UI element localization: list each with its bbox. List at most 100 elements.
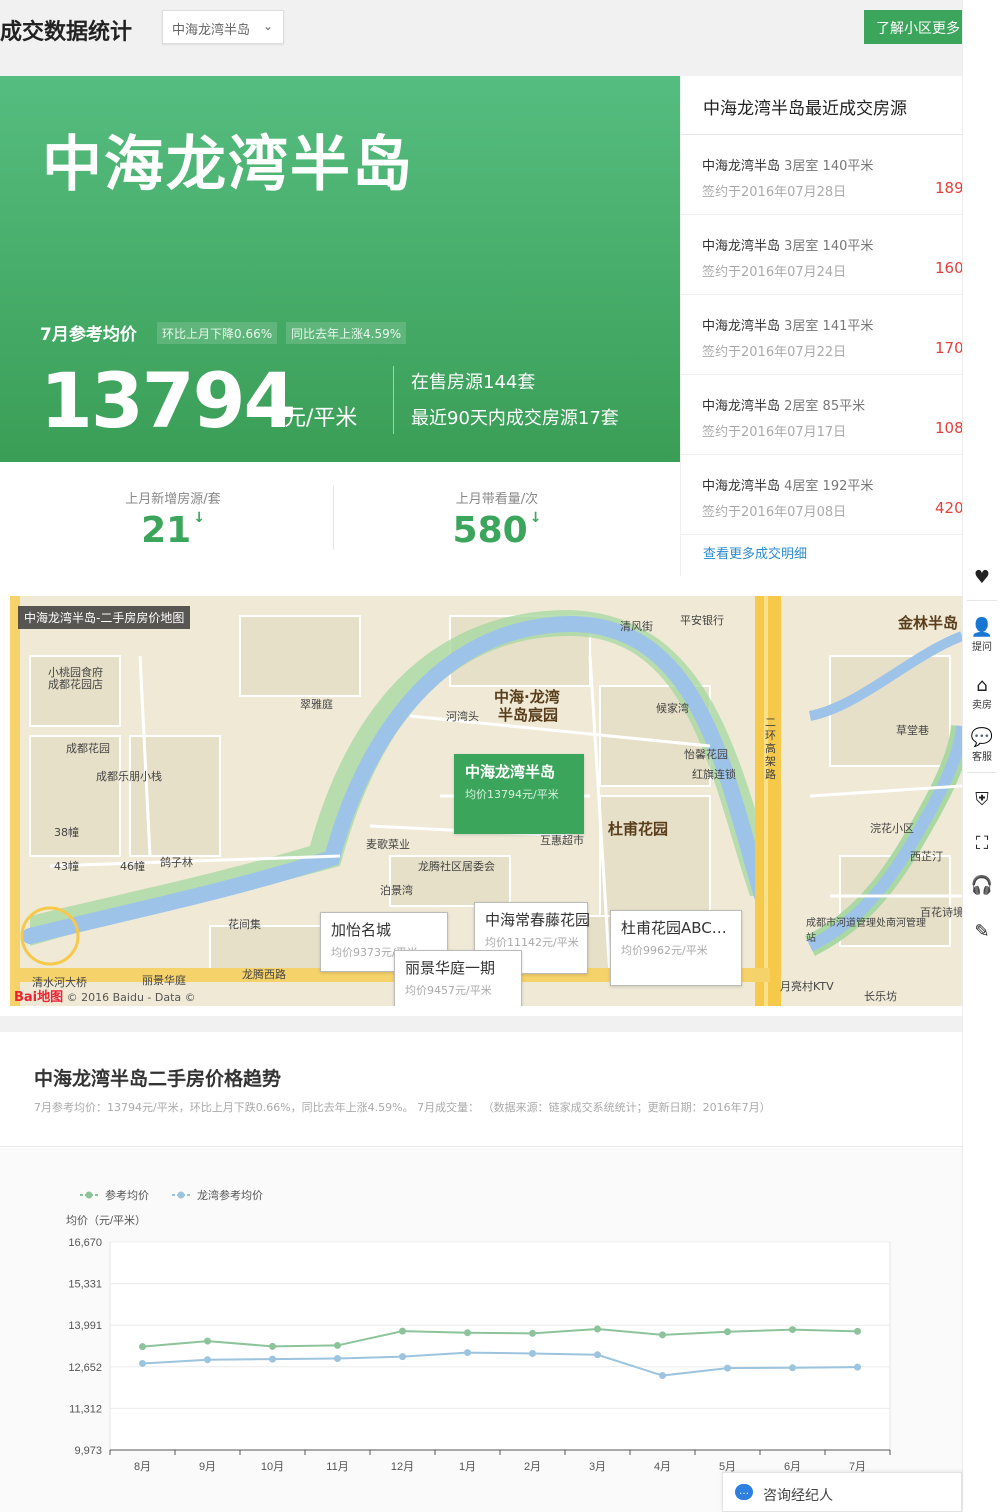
stat-label: 上月带看量/次 (455, 492, 539, 507)
map-title: 中海龙湾半岛-二手房房价地图 (18, 606, 191, 629)
learn-more-button[interactable]: 了解小区更多 (864, 10, 964, 44)
deal-item[interactable]: 中海龙湾半岛 3居室 141平米 签约于2016年07月22日 170 (681, 295, 962, 375)
deal-date: 签约于2016年07月24日 (702, 265, 847, 280)
map-label: 二环高架路 (765, 716, 776, 781)
community-map-marker[interactable]: 中海龙湾半岛 均价13794元/平米 (454, 754, 584, 834)
mom-change-tag: 环比上月下降0.66% (157, 322, 278, 344)
stat-label: 上月新增房源/套 (125, 492, 221, 507)
scan-button[interactable]: ⛶ (963, 834, 1000, 854)
right-toolbar: ♥ 👤 提问 ⌂ 卖房 💬 客服 ⛨ ⛶ 🎧 ✎ (962, 0, 1000, 1512)
y-tick-label: 11,312 (69, 1403, 102, 1415)
down-arrow-icon: ↓ (193, 510, 205, 526)
data-point (854, 1363, 861, 1371)
marker-price: 均价9457元/平米 (405, 984, 492, 997)
deal-name: 中海龙湾半岛 (702, 239, 781, 254)
deal-price: 108 (935, 419, 962, 437)
price-unit: 元/平米 (284, 406, 358, 431)
map-label: 河湾头 (446, 710, 479, 723)
deal-spec: 3居室 140平米 (784, 159, 874, 174)
consult-agent-bar[interactable]: … 咨询经纪人 (722, 1472, 962, 1512)
trend-chart-svg: 16,670 15,331 13,991 12,652 11,312 9,973 8月 9月 1… (66, 1188, 891, 1473)
stat-value: 21 ↓ (141, 510, 205, 551)
marker-price: 均价9962元/平米 (621, 944, 708, 957)
customer-service-button[interactable]: 💬 客服 (963, 728, 1000, 764)
yoy-change-tag: 同比去年上涨4.59% (286, 322, 407, 344)
deal-spec: 4居室 192平米 (784, 479, 874, 494)
trend-title: 中海龙湾半岛二手房价格趋势 (34, 1068, 282, 1090)
deal-price: 170 (935, 339, 962, 357)
community-map-marker[interactable]: 丽景华庭一期 均价9457元/平米 (394, 950, 522, 1006)
divider (967, 600, 997, 601)
map-label: 成都花园 (66, 742, 110, 755)
rail-label: 客服 (972, 752, 992, 763)
y-tick-label: 13,991 (68, 1320, 102, 1332)
deal-item[interactable]: 中海龙湾半岛 2居室 85平米 签约于2016年07月17日 108 (681, 375, 962, 455)
deal-item[interactable]: 中海龙湾半岛 3居室 140平米 签约于2016年07月28日 189 (681, 135, 962, 215)
map-label: 杜甫花园 (608, 820, 669, 838)
marker-name: 中海常春藤花园 (485, 911, 591, 929)
trend-subtitle: 7月参考均价：13794元/平米，环比上月下跌0.66%，同比去年上涨4.59%… (34, 1101, 771, 1114)
map-label: 成都花园店 (48, 678, 103, 691)
marker-name: 加怡名城 (331, 921, 392, 939)
ask-icon: 👤 (970, 617, 994, 638)
sell-house-icon: ⌂ (976, 675, 988, 696)
deal-spec: 2居室 85平米 (784, 399, 866, 414)
marker-name: 杜甫花园ABC… (621, 919, 727, 937)
new-listings-stat: 上月新增房源/套 21 ↓ (6, 462, 340, 576)
map-label: 麦歌菜业 (366, 838, 410, 851)
map-label: 龙腾西路 (242, 968, 286, 981)
x-tick-label: 1月 (459, 1461, 476, 1473)
x-tick-label: 2月 (524, 1461, 541, 1473)
support-button[interactable]: 🎧 (963, 876, 1000, 896)
favorite-button[interactable]: ♥ (963, 568, 1000, 588)
community-select[interactable]: 中海龙湾半岛 ⌄ (162, 10, 284, 44)
map-label: 半岛宸园 (498, 706, 559, 724)
map-label: 草堂巷 (896, 724, 929, 737)
data-point (269, 1355, 276, 1363)
x-tick-label: 12月 (391, 1461, 414, 1473)
data-point (789, 1364, 796, 1372)
legend-label: 龙湾参考均价 (197, 1188, 263, 1202)
deal-90-days: 最近90天内成交房源17套 (411, 408, 619, 429)
more-deals-link[interactable]: 查看更多成交明细 (703, 543, 807, 562)
x-tick-label: 9月 (199, 1461, 216, 1473)
map-label: 鸽子林 (160, 856, 193, 869)
legend-marker (177, 1191, 185, 1199)
marker-name: 中海龙湾半岛 (465, 763, 556, 781)
community-name: 中海龙湾半岛 (42, 130, 414, 200)
deal-item[interactable]: 中海龙湾半岛 3居室 140平米 签约于2016年07月24日 160 (681, 215, 962, 295)
ask-button[interactable]: 👤 提问 (963, 617, 1000, 654)
security-button[interactable]: ⛨ (963, 790, 1000, 810)
divider (967, 772, 997, 773)
map-label: 成都市河道管理处南河管理站 (806, 918, 926, 944)
legend-label: 参考均价 (105, 1188, 149, 1202)
onsale-count: 在售房源144套 (411, 372, 536, 393)
consult-label: 咨询经纪人 (763, 1488, 833, 1504)
map-label: 46幢 (120, 860, 145, 873)
x-tick-label: 3月 (589, 1461, 606, 1473)
y-tick-label: 16,670 (68, 1237, 102, 1249)
stat-value: 580 ↓ (452, 510, 542, 551)
data-point (204, 1337, 211, 1345)
edit-icon: ✎ (974, 921, 990, 942)
data-point (854, 1327, 861, 1335)
sell-house-button[interactable]: ⌂ 卖房 (963, 675, 1000, 712)
scan-icon: ⛶ (975, 833, 989, 854)
data-point (464, 1349, 471, 1357)
monthly-stats: 上月新增房源/套 21 ↓ 上月带看量/次 580 ↓ (0, 462, 680, 576)
price-map[interactable]: 中海龙湾半岛-二手房房价地图 中海·龙湾 半岛宸园 杜甫花园 金林半岛 清风街 … (10, 596, 962, 1006)
map-label: 泊景湾 (380, 884, 413, 897)
legend-marker (85, 1191, 93, 1199)
data-point (659, 1372, 666, 1380)
map-label: 清风街 (620, 620, 653, 633)
community-map-marker[interactable]: 杜甫花园ABC… 均价9962元/平米 (610, 910, 742, 986)
map-label: 月亮村KTV (780, 980, 834, 993)
feedback-button[interactable]: ✎ (963, 922, 1000, 942)
map-label: 38幢 (54, 826, 79, 839)
y-tick-label: 15,331 (68, 1279, 102, 1291)
headset-icon: 🎧 (970, 875, 994, 896)
map-label: 浣花小区 (870, 822, 914, 835)
data-point (139, 1343, 146, 1351)
baidu-logo: Bai地图 (14, 990, 64, 1005)
deal-item[interactable]: 中海龙湾半岛 4居室 192平米 签约于2016年07月08日 420 (681, 455, 962, 535)
